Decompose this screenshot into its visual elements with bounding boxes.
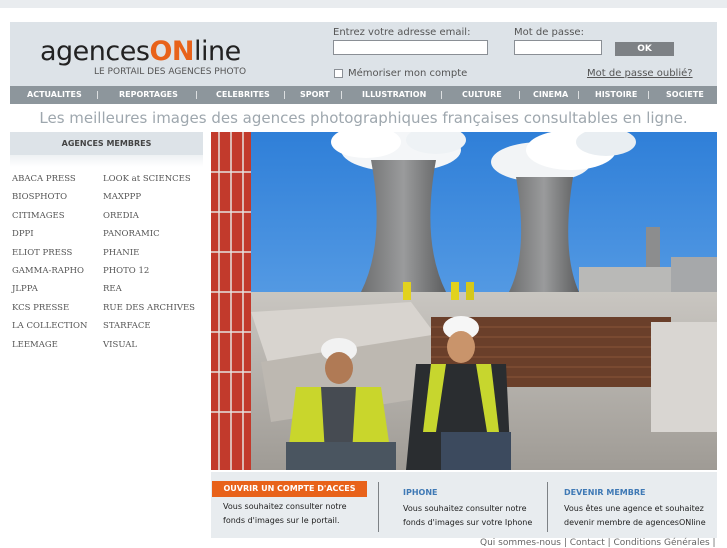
nav-item-cinema[interactable]: CINEMA (533, 86, 568, 104)
remember-label: Mémoriser mon compte (348, 68, 468, 79)
members-title: AGENCES MEMBRES (10, 132, 203, 155)
nav-separator: | (647, 90, 650, 99)
logo-suffix: line (194, 36, 241, 67)
main-nav: ACTUALITES | REPORTAGES | CELEBRITES | S… (10, 86, 717, 104)
featured-photo[interactable] (211, 132, 717, 470)
nav-separator: | (195, 90, 198, 99)
email-field[interactable] (333, 40, 488, 55)
divider (547, 482, 548, 532)
become-member-title[interactable]: DEVENIR MEMBRE (564, 488, 646, 497)
iphone-description-line2: fonds d'images sur votre Iphone (403, 518, 533, 527)
member-link[interactable]: ELIOT PRESS (12, 248, 72, 258)
logo-on: ON (149, 36, 194, 67)
member-link[interactable]: LEEMAGE (12, 340, 58, 350)
nav-separator: | (518, 90, 521, 99)
logo-wordmark: agencesONline (40, 38, 246, 66)
iphone-title[interactable]: IPHONE (403, 488, 438, 497)
member-link[interactable]: BIOSPHOTO (12, 192, 67, 202)
logo-prefix: agences (40, 36, 150, 67)
account-description-line2: fonds d'images sur le portail. (223, 516, 340, 525)
member-link[interactable]: RUE DES ARCHIVES (103, 303, 195, 313)
member-link[interactable]: KCS PRESSE (12, 303, 69, 313)
divider (378, 482, 379, 532)
logo-subtitle: LE PORTAIL DES AGENCES PHOTO (94, 67, 247, 77)
footer-links[interactable]: Qui sommes-nous | Contact | Conditions G… (480, 538, 716, 548)
member-description-line1: Vous êtes une agence et souhaitez (564, 504, 704, 513)
member-link[interactable]: PHANIE (103, 248, 139, 258)
nav-item-societe[interactable]: SOCIETE (666, 86, 704, 104)
nav-separator: | (96, 90, 99, 99)
password-field[interactable] (514, 40, 602, 55)
site-logo[interactable]: agencesONline LE PORTAIL DES AGENCES PHO… (40, 38, 247, 78)
members-divider (10, 155, 203, 167)
nav-item-histoire[interactable]: HISTOIRE (595, 86, 637, 104)
member-link[interactable]: PHOTO 12 (103, 266, 149, 276)
nav-separator: | (577, 90, 580, 99)
member-link[interactable]: OREDIA (103, 211, 139, 221)
nav-item-actualites[interactable]: ACTUALITES (27, 86, 82, 104)
account-description-line1: Vous souhaitez consulter notre (223, 502, 347, 511)
member-description-line2: devenir membre de agencesONline (564, 518, 706, 527)
password-label: Mot de passe: (514, 27, 584, 38)
forgot-password-link[interactable]: Mot de passe oublié? (587, 68, 693, 79)
featured-photo-illustration (211, 132, 717, 470)
tagline: Les meilleures images des agences photog… (39, 109, 688, 127)
top-strip (0, 0, 727, 8)
member-link[interactable]: GAMMA-RAPHO (12, 266, 84, 276)
member-link[interactable]: JLPPA (12, 284, 38, 294)
nav-item-culture[interactable]: CULTURE (462, 86, 502, 104)
nav-separator: | (340, 90, 343, 99)
member-link[interactable]: CITIMAGES (12, 211, 65, 221)
member-link[interactable]: LA COLLECTION (12, 321, 87, 331)
header: agencesONline LE PORTAIL DES AGENCES PHO… (10, 22, 717, 86)
open-account-button[interactable]: OUVRIR UN COMPTE D'ACCES (212, 481, 367, 497)
member-link[interactable]: VISUAL (103, 340, 137, 350)
nav-item-reportages[interactable]: REPORTAGES (119, 86, 178, 104)
remember-checkbox[interactable] (334, 69, 343, 78)
member-link[interactable]: DPPI (12, 229, 34, 239)
nav-separator: | (283, 90, 286, 99)
email-label: Entrez votre adresse email: (333, 27, 471, 38)
nav-item-sport[interactable]: SPORT (300, 86, 330, 104)
member-link[interactable]: MAXPPP (103, 192, 141, 202)
member-link[interactable]: STARFACE (103, 321, 151, 331)
member-link[interactable]: PANORAMIC (103, 229, 160, 239)
member-link[interactable]: LOOK at SCIENCES (103, 174, 191, 184)
nav-item-celebrites[interactable]: CELEBRITES (216, 86, 270, 104)
member-link[interactable]: REA (103, 284, 122, 294)
member-link[interactable]: ABACA PRESS (12, 174, 76, 184)
login-ok-button[interactable]: OK (615, 42, 674, 56)
nav-separator: | (440, 90, 443, 99)
iphone-description-line1: Vous souhaitez consulter notre (403, 504, 527, 513)
nav-item-illustration[interactable]: ILLUSTRATION (362, 86, 426, 104)
